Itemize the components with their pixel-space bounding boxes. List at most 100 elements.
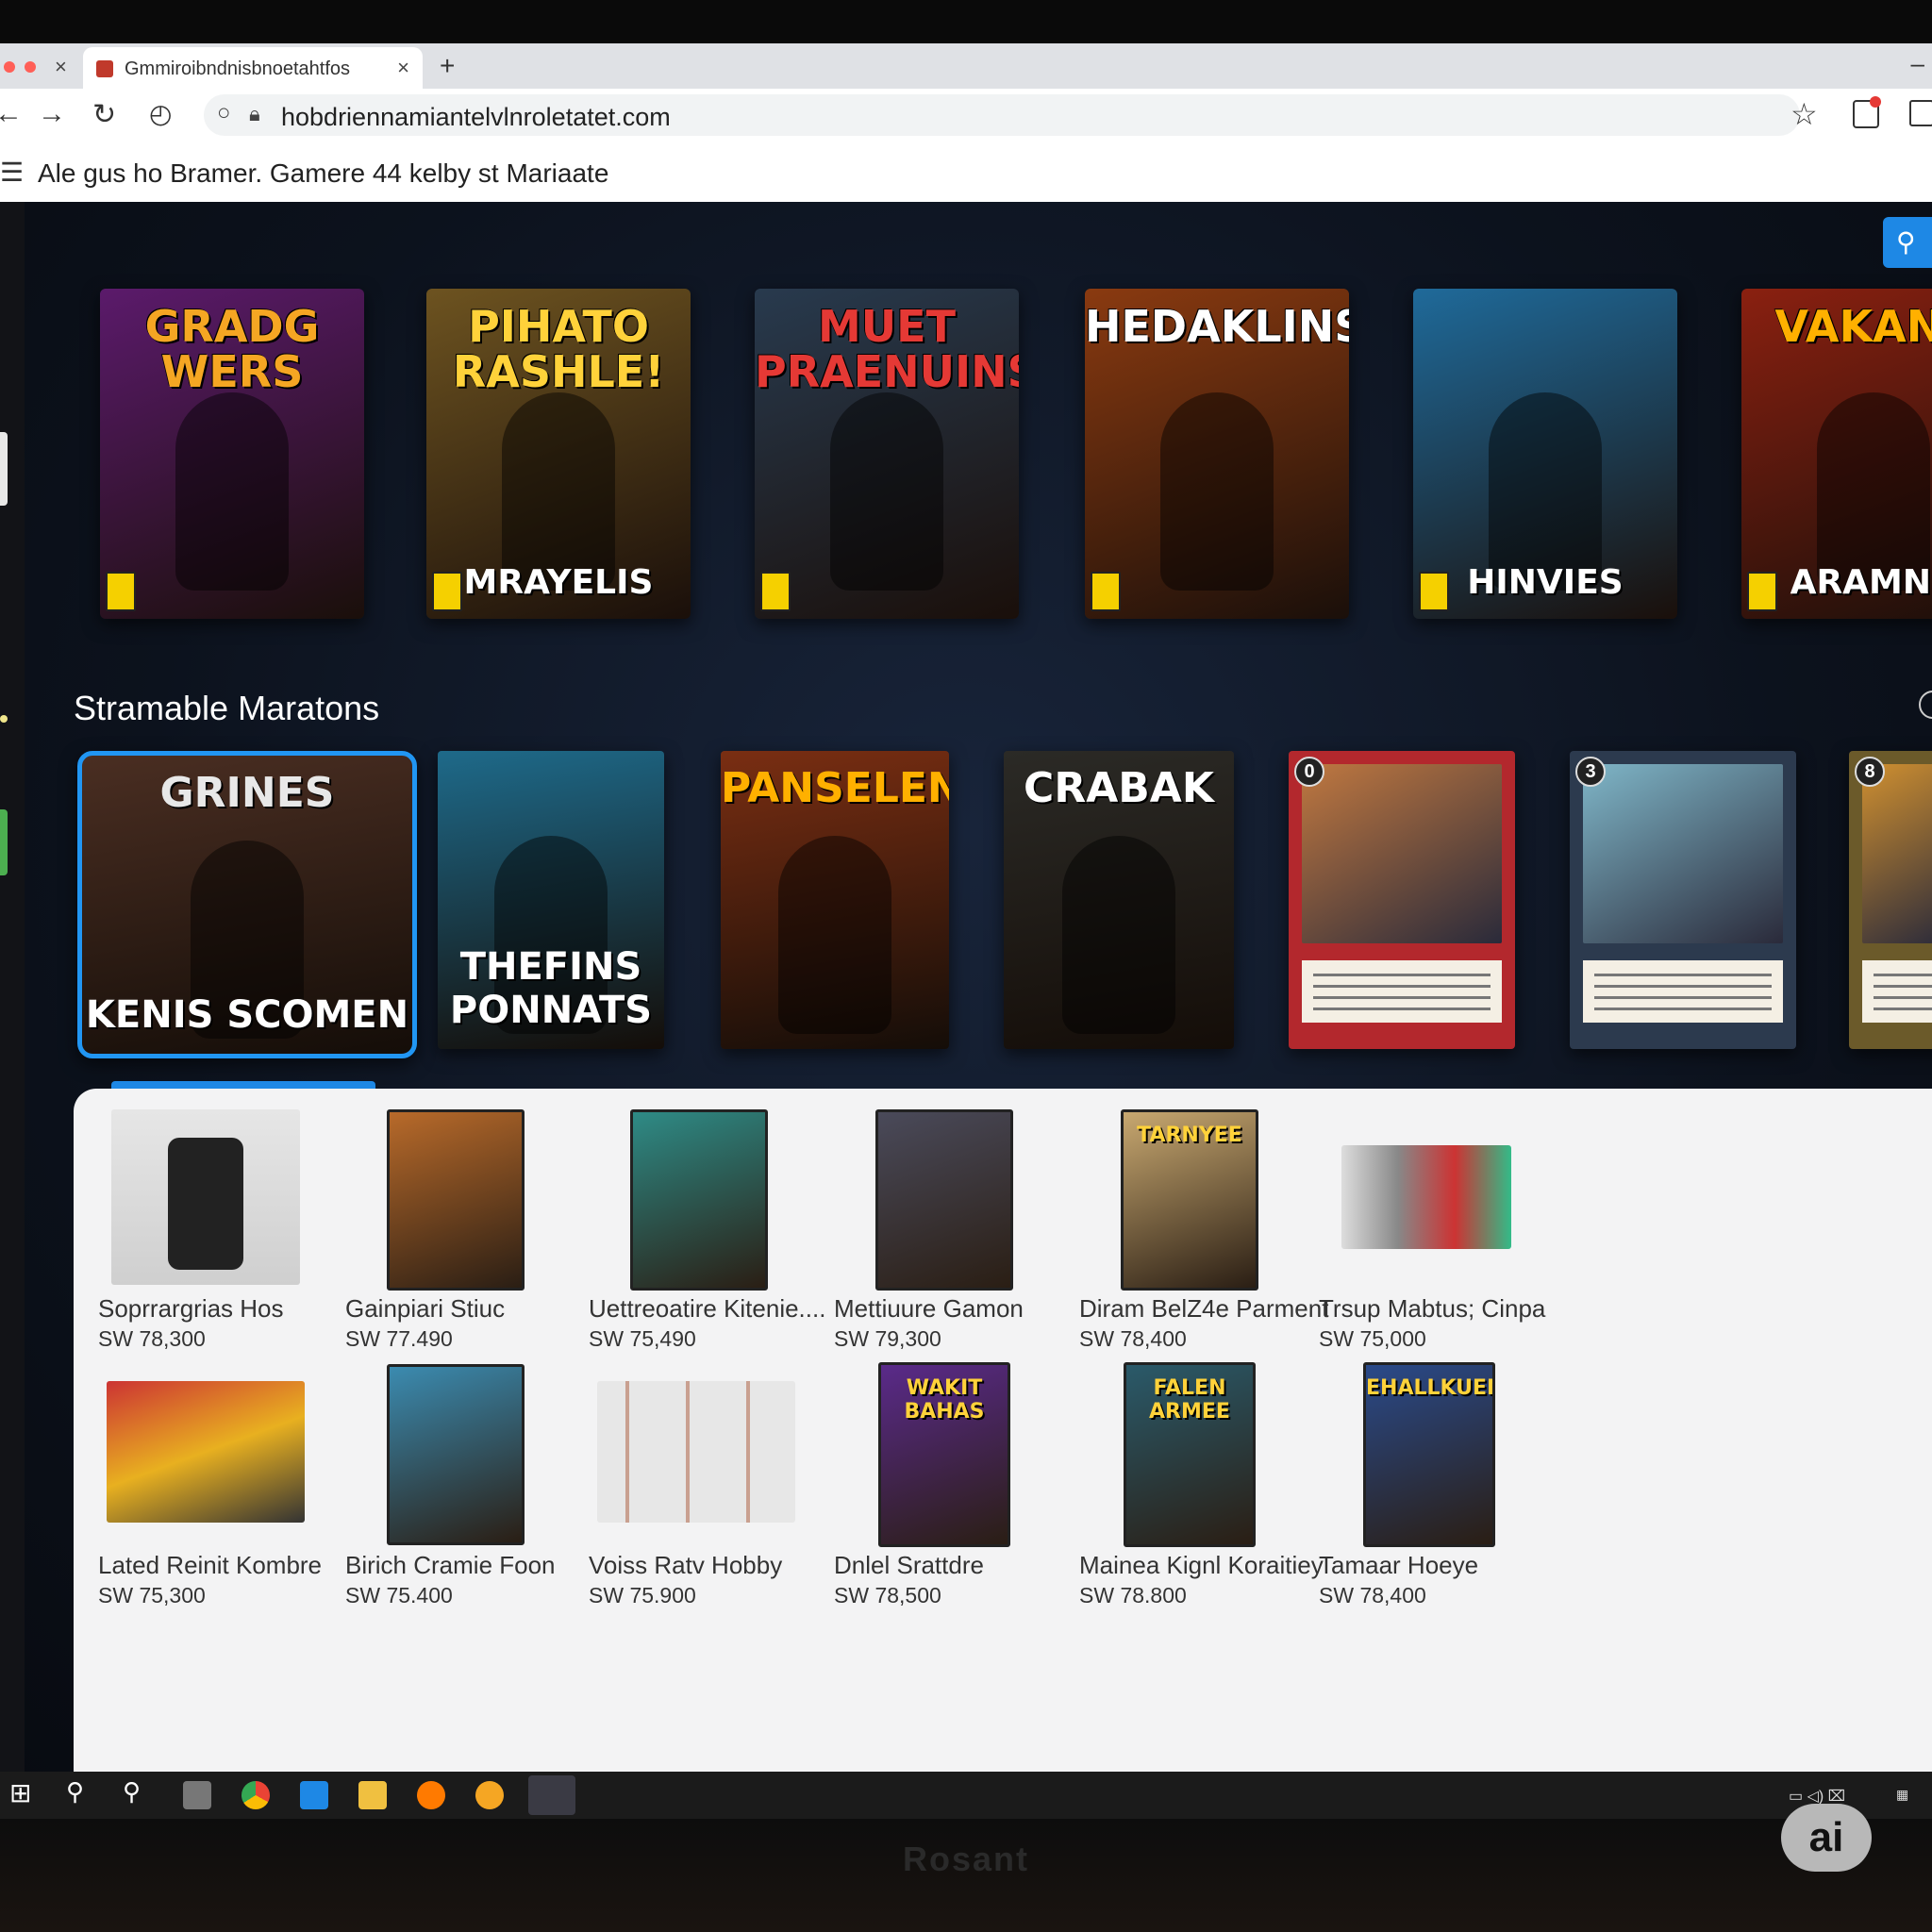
close-icon[interactable]: × [55, 55, 67, 79]
product-image[interactable] [630, 1109, 768, 1291]
card-text-line [1594, 1008, 1772, 1010]
product-name[interactable]: Lated Reinit Kombre [98, 1551, 322, 1580]
start-icon[interactable]: ⊞ [9, 1777, 31, 1808]
product-item[interactable]: Gainpiari Stiuc SW 77.490 [345, 1108, 628, 1351]
product-item[interactable]: Voiss Ratv Hobby SW 75.900 [589, 1362, 872, 1607]
marathon-card[interactable]: 0 [1289, 751, 1515, 1049]
rail-handle[interactable] [0, 432, 8, 506]
card-text-line [1313, 1008, 1491, 1010]
poster-title: HEDAKLINS [1085, 301, 1349, 352]
product-item[interactable]: Trsup Mabtus; Cinpa SW 75,000 [1319, 1108, 1602, 1351]
sidepanel-icon[interactable] [1909, 100, 1932, 126]
card-subtitle: KENIS SCOMEN [85, 993, 409, 1037]
search-icon[interactable]: ⚲ [66, 1777, 84, 1807]
lock-icon: 🔒︎ [249, 102, 260, 125]
product-item[interactable]: WAKIT BAHAS Dnlel Srattdre SW 78,500 [834, 1362, 1117, 1607]
product-item[interactable]: Soprrargrias Hos SW 78,300 [98, 1108, 381, 1351]
marathon-card[interactable]: 3 [1570, 751, 1796, 1049]
game-poster[interactable]: MUET PRAENUINS [755, 289, 1019, 619]
product-image[interactable]: FALEN ARMEE [1124, 1362, 1256, 1547]
active-app-icon[interactable] [528, 1775, 575, 1815]
reload-icon[interactable]: ↻ [92, 98, 116, 131]
store-icon[interactable] [300, 1781, 328, 1809]
marathon-card[interactable]: CRABAK [1004, 751, 1234, 1049]
section-more-icon[interactable] [1919, 691, 1932, 719]
card-text-line [1594, 996, 1772, 999]
poster-title: MUET PRAENUINS [755, 301, 1019, 397]
product-image[interactable]: WAKIT BAHAS [878, 1362, 1010, 1547]
bookmark-star-icon[interactable]: ☆ [1790, 96, 1818, 132]
rail-tab[interactable] [0, 809, 8, 875]
tray-icons[interactable]: ▭ ◁) ⌧ [1789, 1787, 1845, 1806]
card-text-line [1594, 974, 1772, 976]
browser-tab[interactable]: Gmmiroibndnisbnoetahtfos × [83, 47, 423, 89]
product-item[interactable]: Lated Reinit Kombre SW 75,300 [98, 1362, 381, 1607]
marathon-card[interactable]: PANSELENS [721, 751, 949, 1049]
product-name[interactable]: Gainpiari Stiuc [345, 1294, 505, 1324]
product-price: SW 78,300 [98, 1326, 206, 1351]
card-cost-badge: 8 [1855, 757, 1885, 787]
chrome-icon[interactable] [242, 1781, 270, 1809]
file-explorer-icon[interactable] [183, 1781, 211, 1809]
marathon-card[interactable]: 8 [1849, 751, 1932, 1049]
marathon-card[interactable]: THEFINS PONNATS [438, 751, 664, 1049]
product-item[interactable]: Uettreoatire Kitenie.... SW 75,490 [589, 1108, 872, 1351]
hamburger-menu-icon[interactable]: ☰ [0, 157, 24, 188]
window-minimize-icon[interactable]: – [1911, 49, 1924, 78]
forward-arrow-icon[interactable]: → [38, 98, 66, 130]
product-name[interactable]: Trsup Mabtus; Cinpa [1319, 1294, 1545, 1324]
product-item[interactable]: Mettiuure Gamon SW 79,300 [834, 1108, 1117, 1351]
window-minimize-dot[interactable] [25, 61, 36, 73]
product-price: SW 75.400 [345, 1583, 453, 1607]
product-name[interactable]: Dnlel Srattdre [834, 1551, 984, 1580]
product-art-label: EHALLKUEN [1366, 1376, 1495, 1400]
rating-badge [760, 572, 791, 611]
game-poster[interactable]: HEDAKLINS [1085, 289, 1349, 619]
game-poster[interactable]: PIHATO RASHLE! MRAYELIS [426, 289, 691, 619]
site-info-icon[interactable]: ○ [217, 100, 231, 126]
product-price: SW 78.800 [1079, 1583, 1187, 1607]
product-image[interactable]: TARNYEE [1121, 1109, 1258, 1291]
product-name[interactable]: Tamaar Hoeye [1319, 1551, 1478, 1580]
featured-marathon-card[interactable]: GRINES KENIS SCOMEN [77, 751, 417, 1058]
card-text-box [1583, 960, 1783, 1023]
clock-icon[interactable]: ▦ [1896, 1787, 1908, 1803]
address-bar[interactable]: ○ 🔒︎ hobdriennamiantelvlnroletatet.com [204, 94, 1800, 136]
product-item[interactable]: EHALLKUEN Tamaar Hoeye SW 78,400 [1319, 1362, 1602, 1607]
search-button[interactable]: ⚲ [1883, 217, 1932, 268]
product-image[interactable]: EHALLKUEN [1363, 1362, 1495, 1547]
url-text[interactable]: hobdriennamiantelvlnroletatet.com [281, 103, 671, 132]
browser-icon[interactable] [475, 1781, 504, 1809]
product-name[interactable]: Mainea Kignl Koraitiey [1079, 1551, 1324, 1580]
panel-active-tab[interactable] [111, 1081, 375, 1089]
window-close-dot[interactable] [4, 61, 15, 73]
product-item[interactable]: Birich Cramie Foon SW 75.400 [345, 1362, 628, 1607]
product-image[interactable] [1341, 1145, 1511, 1249]
site-header: ☰ Ale gus ho Bramer. Gamere 44 kelby st … [0, 142, 1932, 203]
game-poster[interactable]: HINVIES [1413, 289, 1677, 619]
new-tab-icon[interactable]: + [440, 51, 455, 81]
product-name[interactable]: Birich Cramie Foon [345, 1551, 556, 1580]
card-character [778, 836, 891, 1034]
product-image[interactable] [387, 1364, 525, 1545]
back-arrow-icon[interactable]: ← [0, 98, 23, 130]
favicon-icon [96, 60, 113, 77]
product-image[interactable] [875, 1109, 1013, 1291]
game-poster[interactable]: VAKANEARAMNB [1741, 289, 1932, 619]
product-name[interactable]: Uettreoatire Kitenie.... [589, 1294, 825, 1324]
game-poster[interactable]: GRADG WERS [100, 289, 364, 619]
product-image[interactable] [107, 1381, 305, 1523]
product-image[interactable] [597, 1381, 795, 1523]
product-name[interactable]: Mettiuure Gamon [834, 1294, 1024, 1324]
folder-icon[interactable] [358, 1781, 387, 1809]
product-name[interactable]: Diram BelZ4e Parment [1079, 1294, 1328, 1324]
tab-close-icon[interactable]: × [397, 56, 409, 80]
search-icon[interactable]: ⚲ [123, 1777, 141, 1807]
product-image[interactable] [387, 1109, 525, 1291]
history-icon[interactable]: ◴ [149, 98, 172, 129]
product-name[interactable]: Soprrargrias Hos [98, 1294, 284, 1324]
firefox-icon[interactable] [417, 1781, 445, 1809]
product-name[interactable]: Voiss Ratv Hobby [589, 1551, 782, 1580]
card-text-line [1874, 1008, 1932, 1010]
product-image[interactable] [111, 1109, 300, 1285]
